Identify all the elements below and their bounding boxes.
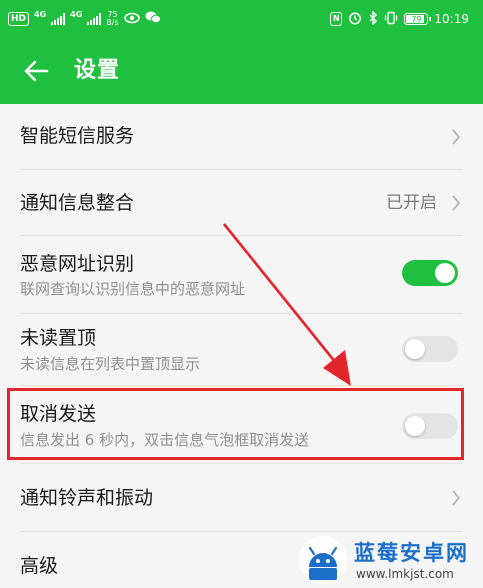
setting-row-notification-merge[interactable]: 通知信息整合 已开启	[0, 170, 483, 236]
arrow-left-icon	[24, 60, 49, 82]
setting-subtitle: 信息发出 6 秒内，双击信息气泡框取消发送	[20, 431, 310, 449]
hd-badge: HD	[8, 12, 30, 26]
page-title: 设置	[74, 58, 121, 83]
network-speed-unit: B/s	[106, 18, 119, 27]
toggle-knob	[435, 263, 455, 283]
nfc-icon: N	[330, 12, 343, 26]
cancel-send-toggle[interactable]	[402, 413, 458, 439]
watermark: 蓝莓安卓网 www.lmkjst.com	[298, 531, 483, 588]
eye-icon	[123, 12, 140, 27]
status-bar-right: N 79 10:19	[330, 9, 469, 29]
app-bar: 设置	[0, 38, 483, 104]
setting-title: 高级	[20, 555, 59, 577]
watermark-name: 蓝莓安卓网	[354, 541, 469, 565]
setting-row-cancel-send: 取消发送 信息发出 6 秒内，双击信息气泡框取消发送	[0, 386, 483, 464]
setting-title: 通知信息整合	[20, 192, 135, 214]
signal-1-label: 4G	[34, 9, 47, 19]
alarm-icon	[348, 11, 362, 28]
setting-title: 智能短信服务	[20, 125, 135, 147]
setting-row-ringtone-vibration[interactable]: 通知铃声和振动	[0, 464, 483, 532]
setting-subtitle: 联网查询以识别信息中的恶意网址	[20, 280, 246, 298]
setting-value: 已开启	[386, 193, 437, 213]
setting-subtitle: 未读信息在列表中置顶显示	[20, 355, 201, 373]
status-bar-left: HD 4G 4G 75 B/s	[8, 9, 161, 29]
setting-row-smart-sms[interactable]: 智能短信服务	[0, 104, 483, 170]
chevron-right-icon	[452, 195, 461, 211]
setting-title: 未读置顶	[20, 327, 97, 349]
malicious-url-toggle[interactable]	[402, 260, 458, 286]
android-robot-icon	[299, 536, 347, 584]
signal-2-label: 4G	[70, 9, 83, 19]
signal-1-bars-icon	[51, 13, 66, 25]
setting-title: 通知铃声和振动	[20, 487, 154, 509]
setting-row-unread-pin: 未读置顶 未读信息在列表中置顶显示	[0, 314, 483, 386]
bluetooth-icon	[368, 9, 378, 28]
toggle-knob	[405, 416, 425, 436]
watermark-url: www.lmkjst.com	[356, 567, 454, 581]
setting-row-malicious-url: 恶意网址识别 联网查询以识别信息中的恶意网址	[0, 236, 483, 314]
unread-pin-toggle[interactable]	[402, 336, 458, 362]
setting-title: 取消发送	[20, 403, 97, 425]
chevron-right-icon	[452, 490, 461, 506]
clock-time: 10:19	[434, 12, 469, 26]
setting-title: 恶意网址识别	[20, 253, 135, 275]
chevron-right-icon	[452, 129, 461, 145]
battery-icon: 79	[404, 13, 432, 25]
toggle-knob	[405, 339, 425, 359]
signal-2-bars-icon	[87, 13, 102, 25]
back-button[interactable]	[20, 55, 52, 87]
status-bar: HD 4G 4G 75 B/s N 79 10:19	[0, 0, 483, 38]
battery-level: 79	[411, 15, 422, 24]
network-speed: 75 B/s	[106, 11, 118, 27]
wechat-icon	[145, 11, 161, 27]
vibrate-icon	[384, 11, 398, 28]
